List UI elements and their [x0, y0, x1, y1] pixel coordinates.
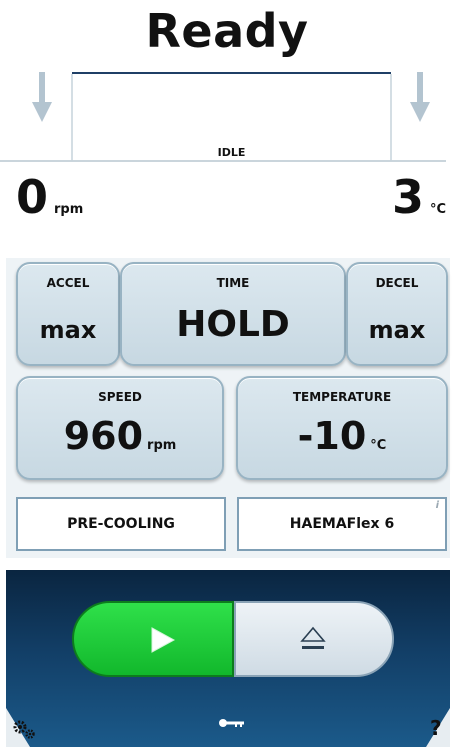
- ramp-down-arrow-icon: [410, 72, 430, 124]
- decel-value: max: [368, 316, 426, 344]
- speed-setpoint-unit: rpm: [147, 438, 177, 453]
- control-area: [6, 570, 450, 747]
- speed-setpoint-value: 960: [63, 414, 144, 458]
- time-value: HOLD: [176, 304, 290, 345]
- open-lid-button[interactable]: [234, 601, 394, 677]
- precooling-button[interactable]: PRE-COOLING: [16, 497, 226, 551]
- info-icon: i: [435, 500, 439, 511]
- parameter-panel: ACCEL max TIME HOLD DECEL max SPEED 960 r…: [6, 258, 450, 558]
- run-profile: IDLE: [0, 60, 454, 178]
- speed-setpoint-label: SPEED: [98, 390, 142, 404]
- ramp-up-arrow-icon: [32, 72, 52, 124]
- temperature-setpoint-label: TEMPERATURE: [292, 390, 392, 404]
- time-tile[interactable]: TIME HOLD: [120, 262, 346, 366]
- key-icon: [217, 714, 247, 733]
- time-label: TIME: [216, 276, 250, 290]
- speed-setpoint-readout: 960 rpm: [18, 414, 222, 458]
- decel-label: DECEL: [375, 276, 419, 290]
- temperature-setpoint-value: -10: [297, 414, 367, 458]
- accel-value: max: [39, 316, 97, 344]
- temperature-setpoint-tile[interactable]: TEMPERATURE -10 °C: [236, 376, 448, 480]
- current-speed-value: 0: [16, 170, 49, 224]
- current-temperature-readout: 3 °C: [392, 174, 446, 220]
- help-icon[interactable]: ?: [430, 716, 442, 740]
- temperature-setpoint-unit: °C: [370, 438, 387, 453]
- temperature-setpoint-readout: -10 °C: [238, 414, 446, 458]
- current-speed-unit: rpm: [54, 202, 84, 217]
- speed-setpoint-tile[interactable]: SPEED 960 rpm: [16, 376, 224, 480]
- status-title: Ready: [145, 4, 309, 58]
- current-speed-readout: 0 rpm: [16, 174, 83, 220]
- gears-icon[interactable]: [12, 718, 36, 744]
- decel-tile[interactable]: DECEL max: [346, 262, 448, 366]
- run-profile-graphic: [0, 72, 446, 162]
- eject-icon: [300, 625, 326, 657]
- phase-label: IDLE: [217, 146, 246, 159]
- rotor-button[interactable]: HAEMAFlex 6 i: [237, 497, 447, 551]
- accel-tile[interactable]: ACCEL max: [16, 262, 120, 366]
- current-temperature-unit: °C: [429, 202, 446, 217]
- start-button[interactable]: [72, 601, 234, 677]
- current-temperature-value: 3: [391, 170, 424, 224]
- rotor-label: HAEMAFlex 6: [289, 516, 395, 532]
- play-icon: [150, 627, 176, 657]
- accel-label: ACCEL: [46, 276, 90, 290]
